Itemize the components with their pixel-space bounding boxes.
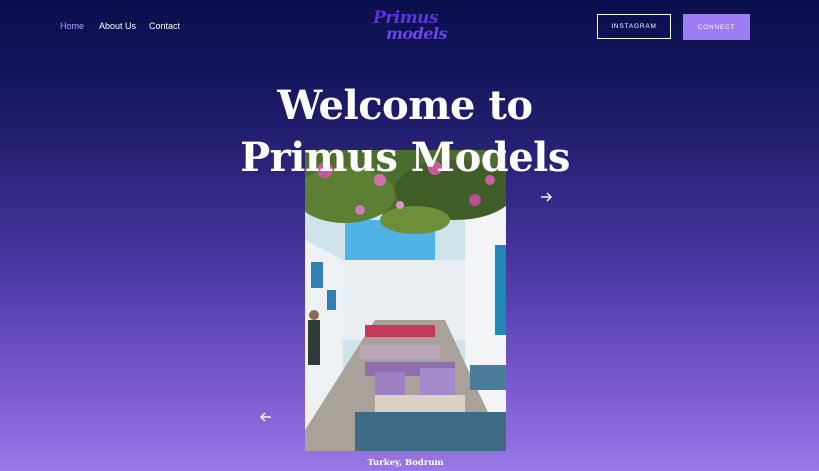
arrow-left-icon [260, 412, 271, 422]
nav-link-home[interactable]: Home [60, 21, 84, 31]
brand-logo[interactable]: Primus models [372, 8, 448, 46]
arrow-right-icon [541, 192, 552, 202]
nav-link-about-us[interactable]: About Us [99, 21, 136, 31]
connect-button[interactable]: CONNECT [683, 14, 750, 40]
slide-photo [305, 150, 506, 451]
slider-next-button[interactable] [539, 190, 553, 204]
logo-text-line2: models [386, 24, 448, 43]
slide-caption: Turkey, Bodrum [367, 458, 444, 468]
slider-prev-button[interactable] [259, 410, 273, 424]
navbar: Home About Us Contact Primus models INST… [0, 0, 819, 56]
instagram-button[interactable]: INSTAGRAM [597, 14, 671, 39]
hero-title-line1: Welcome to [277, 82, 533, 129]
nav-link-contact[interactable]: Contact [149, 21, 180, 31]
hero-title-line2: Primus Models [240, 134, 570, 181]
hero-title: Welcome to Primus Models [200, 80, 610, 184]
